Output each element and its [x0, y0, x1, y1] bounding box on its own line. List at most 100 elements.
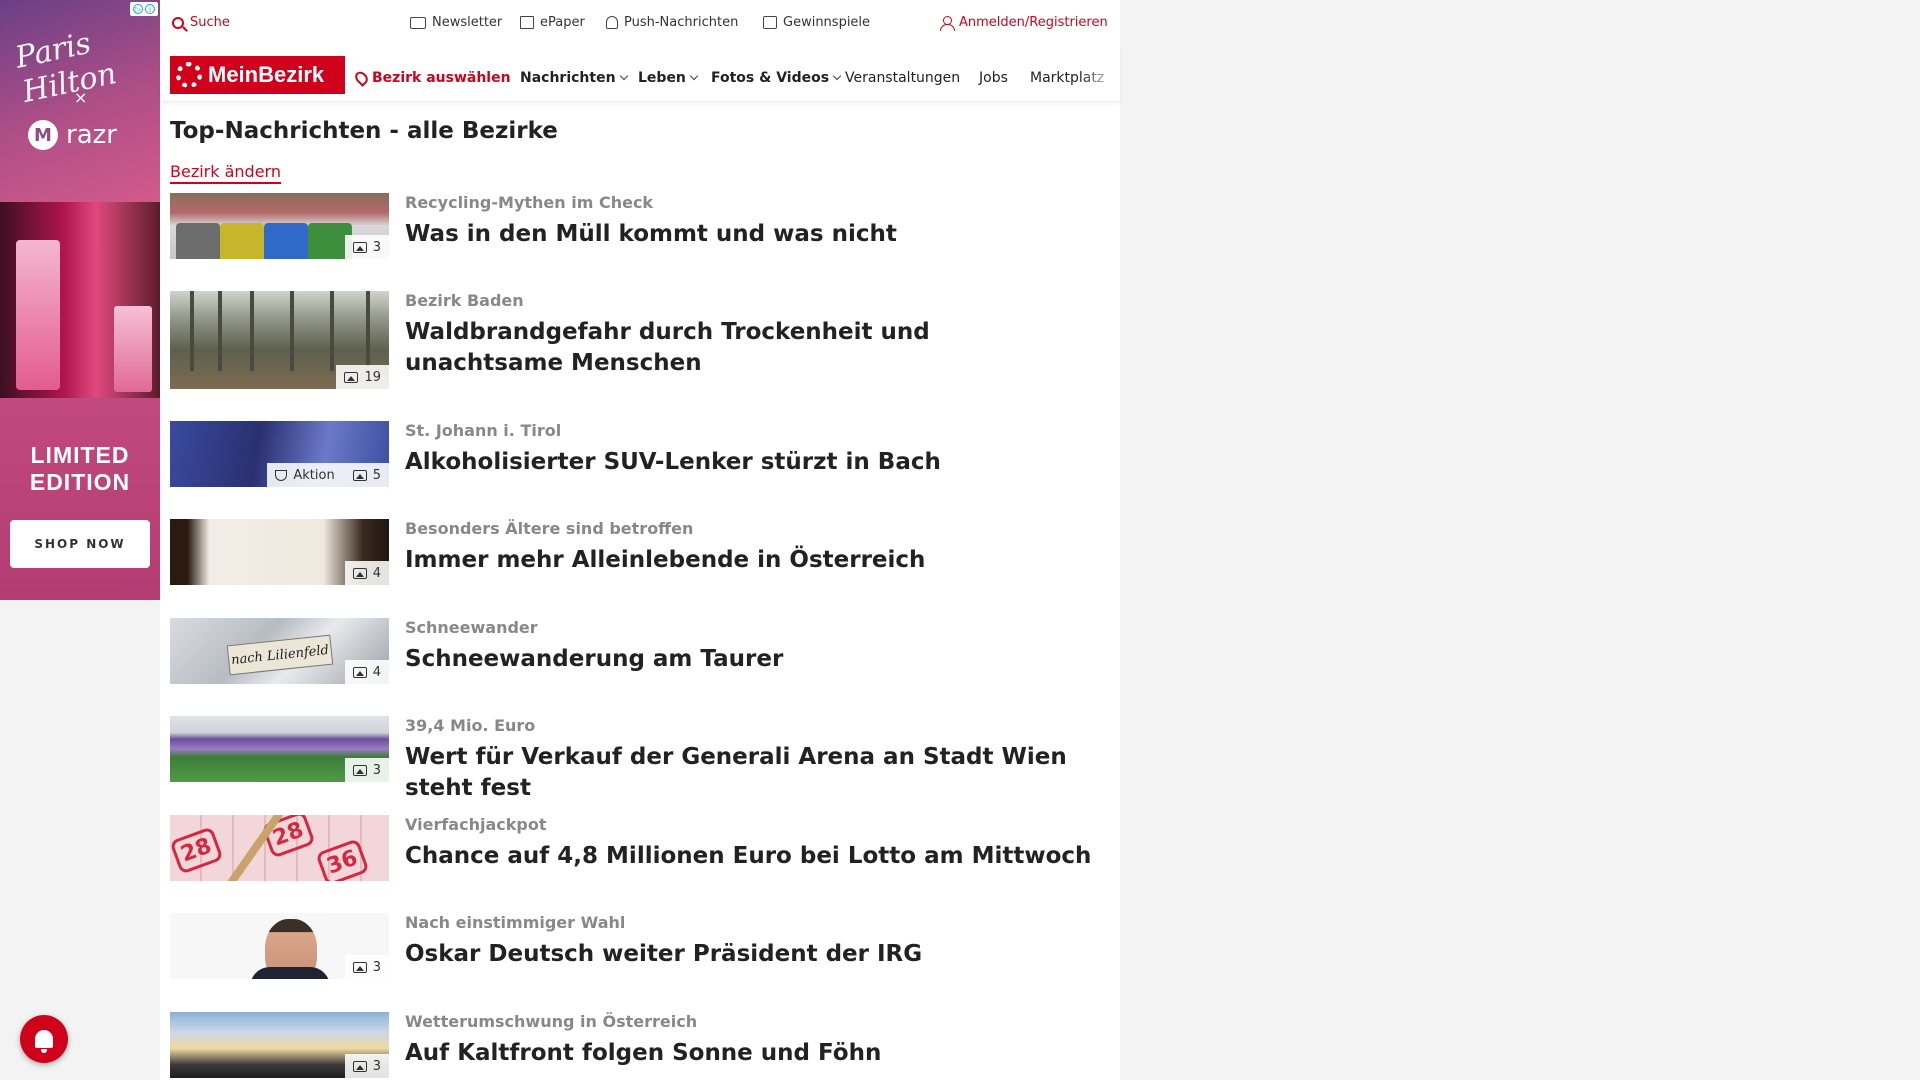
lotto-number: 36	[315, 838, 370, 881]
image-icon	[352, 241, 367, 253]
epaper-link[interactable]: ePaper	[520, 15, 585, 30]
nav-nachrichten[interactable]: Nachrichten	[520, 70, 628, 86]
login-label: Anmelden/Registrieren	[959, 15, 1108, 30]
article-kicker: Bezirk Baden	[405, 291, 524, 310]
perfume-bottle	[16, 240, 60, 390]
article-kicker: Nach einstimmiger Wahl	[405, 913, 626, 932]
article-thumbnail[interactable]: 3	[170, 193, 389, 259]
search-label: Suche	[190, 15, 230, 30]
nav-jobs[interactable]: Jobs	[979, 70, 1008, 86]
ad-product-image	[0, 202, 160, 398]
image-count-badge: 4	[344, 660, 389, 684]
article-thumbnail[interactable]: nach Lilienfeld 4	[170, 618, 389, 684]
ad-bottom-panel: LIMITED EDITION SHOP NOW	[0, 398, 160, 600]
logo-sun-icon	[176, 62, 202, 88]
article-kicker: Besonders Ältere sind betroffen	[405, 519, 694, 538]
image-icon	[352, 666, 367, 678]
top-utility-bar: Suche Newsletter ePaper Push-Nachrichten…	[160, 0, 1120, 46]
ad-separator: ×	[74, 88, 88, 107]
gewinnspiele-link[interactable]: Gewinnspiele	[763, 15, 870, 30]
bell-icon	[35, 1030, 53, 1053]
article-thumbnail[interactable]: 4	[170, 519, 389, 585]
image-icon	[352, 764, 367, 776]
ad-limited-text: LIMITED EDITION	[29, 442, 131, 495]
adchoices-icon[interactable]: ▷ i	[130, 2, 158, 16]
user-icon	[940, 15, 955, 31]
image-count-badge: 3	[344, 758, 389, 782]
ad-brand: M razr	[28, 120, 117, 150]
login-link[interactable]: Anmelden/Registrieren	[940, 15, 1108, 31]
article-headline[interactable]: Immer mehr Alleinlebende in Österreich	[405, 545, 1095, 576]
trophy-icon	[275, 469, 288, 481]
image-count: 3	[372, 959, 381, 975]
select-district-label: Bezirk auswählen	[372, 70, 511, 86]
article-headline[interactable]: Wert für Verkauf der Generali Arena an S…	[405, 742, 1095, 804]
nav-veranstaltungen[interactable]: Veranstaltungen	[845, 70, 960, 86]
main-column: Suche Newsletter ePaper Push-Nachrichten…	[160, 0, 1120, 1080]
article-thumbnail[interactable]: 3	[170, 1012, 389, 1078]
article-thumbnail[interactable]: Aktion 5	[170, 421, 389, 487]
ad-top-panel: Paris Hilton × M razr ▷ i	[0, 0, 160, 202]
article-headline[interactable]: Chance auf 4,8 Millionen Euro bei Lotto …	[405, 841, 1095, 872]
image-count: 3	[372, 1058, 381, 1074]
nav-veranstaltungen-label: Veranstaltungen	[845, 70, 961, 86]
lotto-number: 28	[170, 826, 224, 875]
image-count: 4	[372, 664, 381, 680]
image-icon	[352, 469, 367, 481]
nav-overflow-fade	[1080, 56, 1120, 96]
image-count: 4	[372, 565, 381, 581]
nav-fotos-videos[interactable]: Fotos & Videos	[711, 70, 842, 86]
article-kicker: Wetterumschwung in Österreich	[405, 1012, 698, 1031]
article-headline[interactable]: Was in den Müll kommt und was nicht	[405, 219, 1095, 250]
article-kicker: 39,4 Mio. Euro	[405, 716, 536, 735]
notification-bell-button[interactable]	[20, 1015, 68, 1063]
ad-shop-now-button[interactable]: SHOP NOW	[10, 520, 150, 568]
advertisement-banner[interactable]: Paris Hilton × M razr ▷ i LIMITED EDITION…	[0, 0, 160, 600]
image-count-badge: 4	[344, 561, 389, 585]
signpost-text: nach Lilienfeld	[226, 634, 334, 676]
newsletter-label: Newsletter	[432, 15, 503, 30]
nav-leben-label: Leben	[638, 70, 686, 86]
chevron-down-icon	[832, 71, 842, 81]
mail-icon	[410, 16, 426, 29]
nav-leben[interactable]: Leben	[638, 70, 699, 86]
epaper-label: ePaper	[540, 15, 585, 30]
image-icon	[344, 371, 359, 383]
gift-icon	[763, 16, 777, 29]
search-icon	[172, 16, 184, 29]
image-count: 3	[372, 762, 381, 778]
nav-fotos-label: Fotos & Videos	[711, 70, 830, 86]
article-headline[interactable]: Schneewanderung am Taurer	[405, 644, 1095, 675]
article-headline[interactable]: Oskar Deutsch weiter Präsident der IRG	[405, 939, 1095, 970]
search-link[interactable]: Suche	[172, 15, 230, 30]
article-kicker: Schneewander	[405, 618, 538, 637]
change-district-link[interactable]: Bezirk ändern	[170, 162, 281, 184]
article-thumbnail[interactable]: 3	[170, 913, 389, 979]
article-headline[interactable]: Waldbrandgefahr durch Trockenheit und un…	[405, 317, 1095, 379]
perfume-box	[114, 306, 152, 392]
image-icon	[352, 1060, 367, 1072]
image-icon	[352, 567, 367, 579]
article-thumbnail[interactable]: 3	[170, 716, 389, 782]
image-count: 5	[372, 467, 381, 483]
article-headline[interactable]: Alkoholisierter SUV-Lenker stürzt in Bac…	[405, 447, 1095, 478]
article-kicker: Recycling-Mythen im Check	[405, 193, 654, 212]
image-count-badge: 3	[344, 1054, 389, 1078]
newsletter-link[interactable]: Newsletter	[410, 15, 502, 30]
nav-jobs-label: Jobs	[979, 70, 1008, 86]
push-notifications-link[interactable]: Push-Nachrichten	[606, 15, 738, 30]
article-thumbnail[interactable]: 28 28 36	[170, 815, 389, 881]
site-logo[interactable]: MeinBezirk	[170, 56, 345, 94]
article-kicker: St. Johann i. Tirol	[405, 421, 562, 440]
select-district-link[interactable]: Bezirk auswählen	[352, 69, 511, 87]
image-count-badge: Aktion 5	[267, 463, 389, 487]
motorola-logo-icon: M	[28, 120, 58, 150]
chevron-down-icon	[689, 71, 699, 81]
image-count-badge: 3	[344, 235, 389, 259]
article-thumbnail[interactable]: 19	[170, 291, 389, 389]
article-headline[interactable]: Auf Kaltfront folgen Sonne und Föhn	[405, 1038, 1095, 1069]
push-label: Push-Nachrichten	[624, 15, 739, 30]
main-navigation: MeinBezirk Bezirk auswählen Nachrichten …	[160, 46, 1120, 102]
nav-nachrichten-label: Nachrichten	[520, 70, 616, 86]
image-icon	[352, 961, 367, 973]
